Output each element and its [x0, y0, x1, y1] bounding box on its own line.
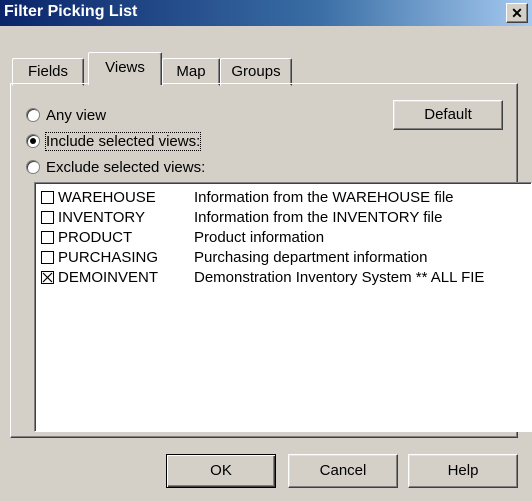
close-button[interactable]: ✕: [506, 3, 528, 23]
radio-any-view[interactable]: Any view: [26, 106, 106, 124]
ok-button-label: OK: [210, 462, 232, 479]
view-checkbox[interactable]: [41, 230, 54, 244]
checkmark-x-icon: [42, 272, 53, 282]
list-item[interactable]: WAREHOUSE Information from the WAREHOUSE…: [41, 187, 454, 207]
filter-picking-list-dialog: Filter Picking List ✕ Fields Views Map G…: [0, 0, 532, 501]
radio-exclude-selected-button[interactable]: [26, 160, 40, 174]
cancel-button[interactable]: Cancel: [288, 454, 398, 488]
help-button[interactable]: Help: [408, 454, 518, 488]
close-icon: ✕: [511, 5, 523, 21]
view-name: WAREHOUSE: [58, 188, 156, 206]
view-description: Product information: [194, 228, 325, 246]
radio-selected-dot: [30, 138, 36, 144]
radio-include-selected[interactable]: Include selected views:: [26, 131, 202, 151]
window-title: Filter Picking List: [4, 3, 138, 20]
radio-exclude-selected-label: Exclude selected views:: [46, 158, 206, 176]
list-item[interactable]: INVENTORY Information from the INVENTORY…: [41, 207, 442, 227]
tab-groups[interactable]: Groups: [220, 58, 292, 86]
tab-fields[interactable]: Fields: [12, 58, 84, 86]
view-name: INVENTORY: [58, 208, 145, 226]
title-bar[interactable]: Filter Picking List ✕: [0, 0, 532, 26]
view-checkbox-checked[interactable]: [41, 270, 54, 284]
tab-views-label: Views: [105, 59, 145, 76]
view-description: Information from the WAREHOUSE file: [194, 188, 454, 206]
radio-include-selected-button[interactable]: [26, 134, 40, 148]
view-description: Purchasing department information: [194, 248, 428, 266]
list-item[interactable]: DEMOINVENT Demonstration Inventory Syste…: [41, 267, 484, 287]
view-name: PRODUCT: [58, 228, 133, 246]
view-checkbox[interactable]: [41, 210, 54, 224]
tab-map-label: Map: [176, 63, 206, 80]
list-item[interactable]: PRODUCT Product information: [41, 227, 324, 247]
radio-include-selected-label: Include selected views:: [44, 131, 202, 151]
view-description: Demonstration Inventory System ** ALL FI…: [194, 268, 485, 286]
default-button[interactable]: Default: [393, 100, 503, 130]
view-checkbox[interactable]: [41, 250, 54, 264]
default-button-label: Default: [424, 106, 472, 123]
tab-views[interactable]: Views: [88, 52, 162, 85]
radio-exclude-selected[interactable]: Exclude selected views:: [26, 158, 205, 176]
tab-groups-label: Groups: [231, 63, 281, 80]
list-item[interactable]: PURCHASING Purchasing department informa…: [41, 247, 427, 267]
view-name: PURCHASING: [58, 248, 159, 266]
cancel-button-label: Cancel: [319, 462, 367, 479]
views-listbox[interactable]: WAREHOUSE Information from the WAREHOUSE…: [34, 182, 532, 432]
view-checkbox[interactable]: [41, 190, 54, 204]
radio-any-view-button[interactable]: [26, 108, 40, 122]
view-description: Information from the INVENTORY file: [194, 208, 443, 226]
ok-button[interactable]: OK: [166, 454, 276, 488]
help-button-label: Help: [447, 462, 479, 479]
tab-fields-label: Fields: [27, 63, 68, 80]
radio-any-view-label: Any view: [46, 106, 107, 124]
tab-map[interactable]: Map: [162, 58, 220, 86]
view-name: DEMOINVENT: [58, 268, 159, 286]
